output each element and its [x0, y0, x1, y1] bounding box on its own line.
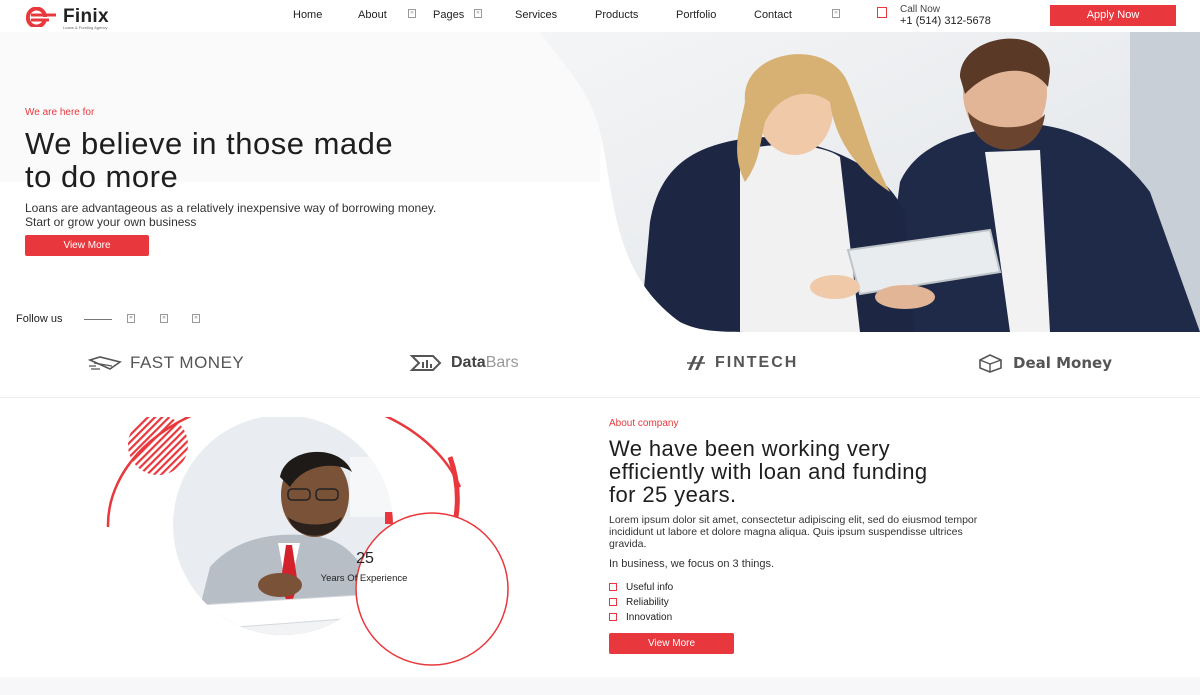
feature-item: Reliability: [609, 597, 669, 609]
partner-fintech-label: FINTECH: [715, 354, 799, 371]
feature-label: Reliability: [626, 597, 669, 608]
hero-description-line1: Loans are advantageous as a relatively i…: [25, 201, 437, 215]
nav-products[interactable]: Products: [595, 9, 638, 21]
nav-services[interactable]: Services: [515, 9, 557, 21]
about-view-more-button[interactable]: View More: [609, 633, 734, 654]
about-title-line3: for 25 years.: [609, 482, 737, 507]
hero-view-more-button[interactable]: View More: [25, 235, 149, 256]
hero-title: We believe in those made to do more: [25, 127, 605, 193]
nav-portfolio[interactable]: Portfolio: [676, 9, 716, 21]
partner-fast-money-label: FAST MONEY: [130, 353, 245, 372]
about-section: 25 Years Of Experience About company We …: [0, 399, 1200, 677]
feature-item: Innovation: [609, 612, 672, 624]
about-description-line2: incididunt ut labore et dolore magna ali…: [609, 526, 963, 538]
partner-data-bars-light: Bars: [485, 354, 519, 371]
follow-divider: [84, 319, 112, 320]
call-number[interactable]: +1 (514) 312-5678: [900, 15, 991, 27]
check-icon: [609, 598, 617, 606]
experience-number: 25: [356, 550, 374, 567]
next-section-band: [0, 677, 1200, 695]
about-title-line2: efficiently with loan and funding: [609, 459, 928, 484]
about-title-line1: We have been working very: [609, 436, 891, 461]
facebook-icon[interactable]: ✕: [127, 314, 135, 323]
about-description-line1: Lorem ipsum dolor sit amet, consectetur …: [609, 514, 978, 526]
hero-title-line1: We believe in those made: [25, 126, 394, 161]
partner-deal-money-label: Deal Money: [1013, 354, 1112, 372]
deal-money-logo-icon: [979, 354, 1002, 373]
partner-data-bars: Data Bars: [409, 351, 519, 375]
partner-fast-money: FAST MONEY: [88, 351, 244, 375]
hero-eyebrow: We are here for: [25, 107, 95, 118]
check-icon: [609, 613, 617, 621]
hero-title-line2: to do more: [25, 159, 179, 194]
nav-pages[interactable]: Pages: [433, 9, 464, 21]
check-icon: [609, 583, 617, 591]
about-description-line3: gravida.: [609, 538, 647, 550]
logo-tagline: Loans & Funding Agency: [63, 25, 108, 30]
twitter-icon[interactable]: ✕: [160, 314, 168, 323]
partner-deal-money: Deal Money: [977, 351, 1112, 375]
site-logo[interactable]: Finix Loans & Funding Agency: [25, 5, 145, 30]
partner-logos-strip: FAST MONEY Data Bars FINTECH Deal Money: [0, 333, 1200, 398]
about-focus-text: In business, we focus on 3 things.: [609, 558, 775, 570]
feature-label: Innovation: [626, 612, 673, 623]
nav-about[interactable]: About: [358, 9, 387, 21]
nav-contact[interactable]: Contact: [754, 9, 792, 21]
hero-description: Loans are advantageous as a relatively i…: [25, 201, 585, 229]
about-description: Lorem ipsum dolor sit amet, consectetur …: [609, 514, 1119, 550]
nav-dropdown-icon[interactable]: ✕: [408, 9, 416, 18]
apply-now-button[interactable]: Apply Now: [1050, 5, 1176, 26]
feature-label: Useful info: [626, 582, 674, 593]
fast-money-logo-icon: [88, 356, 122, 370]
data-bars-logo-icon: [409, 355, 442, 371]
hero-section: We are here for We believe in those made…: [0, 32, 1200, 332]
finix-logo-icon: [25, 7, 56, 27]
feature-item: Useful info: [609, 582, 673, 594]
partner-fintech: FINTECH: [685, 351, 798, 375]
nav-home[interactable]: Home: [293, 9, 322, 21]
hero-description-line2: Start or grow your own business: [25, 215, 197, 229]
phone-icon: [877, 7, 887, 18]
site-header: Finix Loans & Funding Agency Home About …: [0, 0, 1200, 32]
search-icon[interactable]: ✕: [832, 9, 840, 18]
about-businessman-image: [106, 417, 509, 666]
call-label: Call Now: [900, 4, 941, 15]
fintech-logo-icon: [687, 356, 705, 370]
about-eyebrow: About company: [609, 418, 679, 429]
instagram-icon[interactable]: ✕: [192, 314, 200, 323]
chevron-down-icon[interactable]: ✕: [474, 9, 482, 18]
experience-label: Years Of Experience: [320, 573, 408, 584]
about-title: We have been working very efficiently wi…: [609, 437, 1129, 506]
partner-data-bars-bold: Data: [451, 354, 486, 371]
follow-us-label: Follow us: [16, 313, 63, 325]
